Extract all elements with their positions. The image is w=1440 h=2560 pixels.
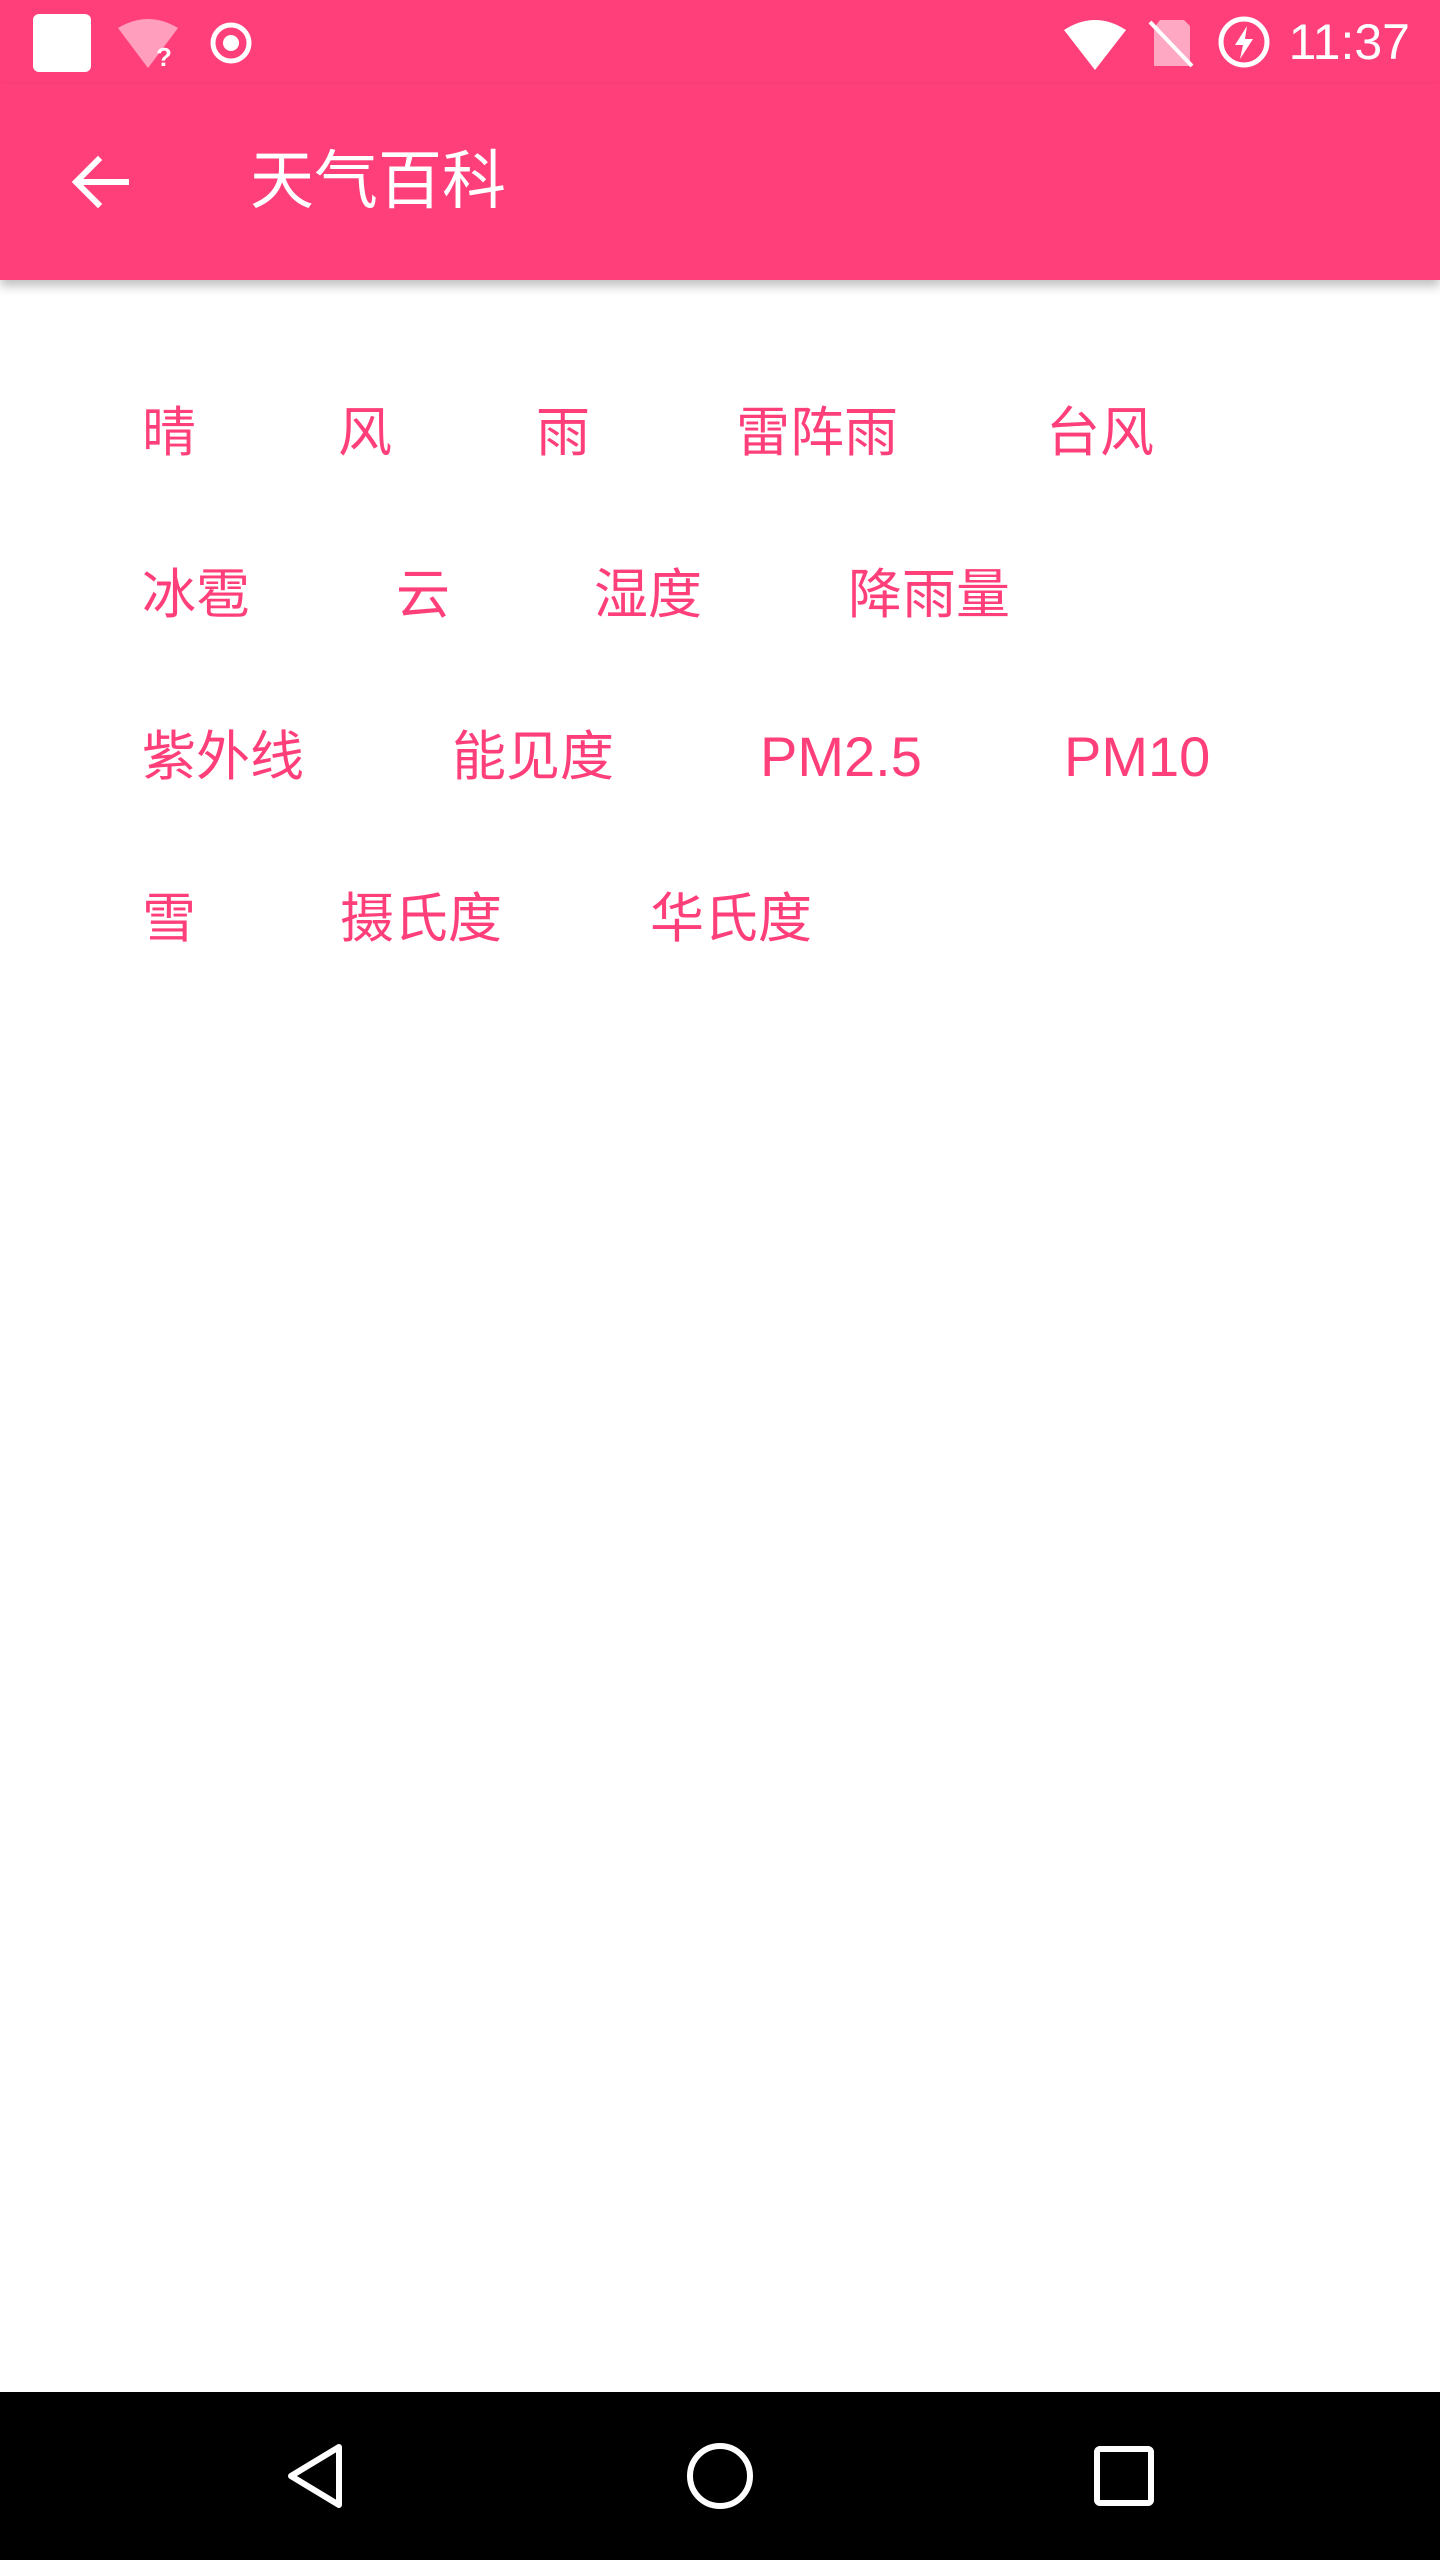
topic-pm10[interactable]: PM10 [1064,722,1210,792]
topic-humidity[interactable]: 湿度 [594,560,702,630]
topic-fahrenheit[interactable]: 华氏度 [650,884,812,954]
status-bar: ? 11:37 [0,0,1440,84]
topic-sunny[interactable]: 晴 [142,398,196,468]
nav-back-button[interactable] [256,2416,376,2536]
topic-celsius[interactable]: 摄氏度 [340,884,502,954]
topic-pm25[interactable]: PM2.5 [760,722,922,792]
recents-square-icon [1094,2446,1154,2506]
back-triangle-icon [288,2444,342,2508]
topic-snow[interactable]: 雪 [142,884,196,954]
wifi-icon [1064,20,1126,70]
status-clock: 11:37 [1288,14,1410,70]
battery-charging-icon [1218,16,1270,68]
page-title: 天气百科 [250,145,506,219]
topic-visibility[interactable]: 能见度 [452,722,614,792]
home-circle-icon [687,2443,753,2509]
app-bar [0,84,1440,280]
topic-rain[interactable]: 雨 [536,398,590,468]
topic-typhoon[interactable]: 台风 [1046,398,1154,468]
record-icon [210,22,252,64]
topics-container: 晴 风 雨 雷阵雨 台风 冰雹 云 湿度 降雨量 紫外线 能见度 PM2.5 P… [0,280,1440,2392]
back-button[interactable] [50,132,150,232]
topic-rainfall[interactable]: 降雨量 [848,560,1010,630]
topic-cloud[interactable]: 云 [396,560,450,630]
topic-thunderstorm[interactable]: 雷阵雨 [736,398,898,468]
svg-text:?: ? [156,42,172,70]
nav-recents-button[interactable] [1064,2416,1184,2536]
arrow-back-icon [71,155,129,209]
nav-home-button[interactable] [660,2416,780,2536]
app-notification-icon [33,14,91,72]
wifi-unknown-icon: ? [118,19,178,70]
topic-hail[interactable]: 冰雹 [142,560,250,630]
topic-uv[interactable]: 紫外线 [142,722,304,792]
no-sim-icon [1148,20,1194,68]
topic-wind[interactable]: 风 [338,398,392,468]
